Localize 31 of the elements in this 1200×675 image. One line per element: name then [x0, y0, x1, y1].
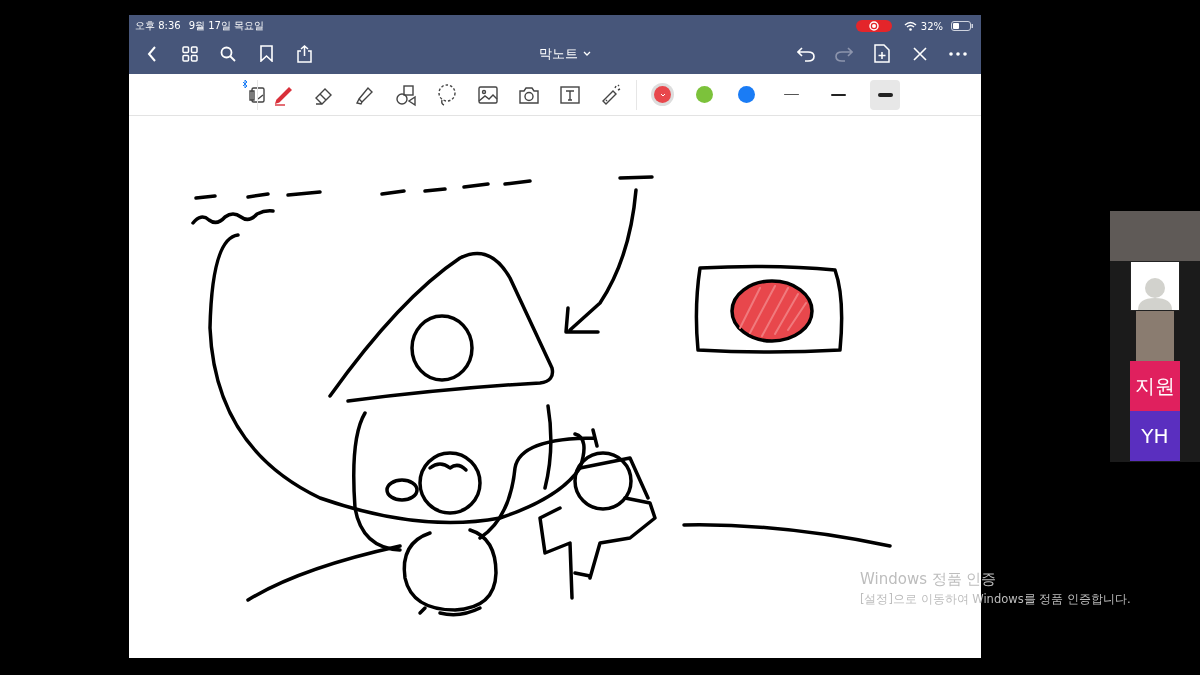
battery-icon — [951, 21, 973, 31]
person-icon — [1135, 276, 1175, 310]
wifi-icon — [903, 21, 917, 31]
undo-icon — [797, 45, 815, 62]
redo-icon — [835, 45, 853, 62]
video-placeholder — [1136, 311, 1174, 361]
bluetooth-icon — [242, 78, 248, 89]
grid-icon — [182, 45, 198, 62]
battery-percent: 32% — [920, 20, 943, 32]
caret-icon — [583, 51, 591, 56]
lasso-icon — [435, 82, 459, 107]
add-page-icon — [874, 44, 890, 63]
back-icon — [147, 45, 157, 62]
share-icon — [296, 44, 312, 63]
shapes-icon — [394, 82, 418, 107]
recording-icon — [855, 20, 892, 32]
activation-title: Windows 정품 인증 — [860, 570, 998, 589]
caret-icon — [659, 92, 666, 97]
participant-initials: YH — [1130, 411, 1180, 461]
stroke-width-button[interactable] — [870, 79, 900, 110]
status-date: 9월 17일 목요일 — [188, 19, 265, 33]
notebook-title[interactable]: 막노트 — [533, 43, 597, 64]
search-icon — [220, 45, 236, 62]
color-swatch[interactable] — [654, 86, 671, 103]
participant-initials: 지원 — [1130, 361, 1180, 411]
status-time: 오후 8:36 — [135, 19, 181, 33]
more-icon — [949, 51, 967, 56]
color-swatch[interactable] — [696, 86, 713, 103]
bookmark-icon — [259, 45, 273, 62]
color-swatch[interactable] — [738, 86, 755, 103]
close-icon — [912, 45, 928, 62]
